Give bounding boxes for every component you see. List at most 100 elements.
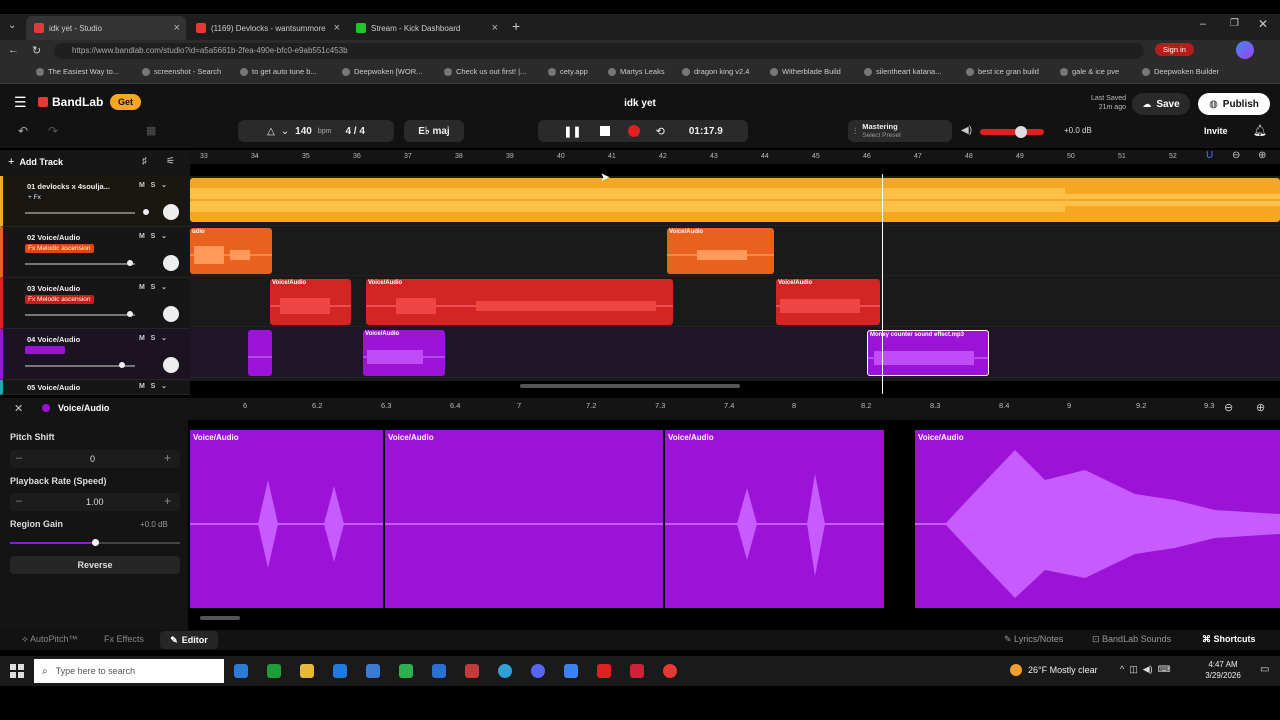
editor-clip[interactable]: Voice/Audio (385, 430, 663, 608)
pitch-shift-stepper[interactable]: – 0 + (10, 450, 180, 468)
pan-knob[interactable] (163, 255, 179, 271)
metronome-icon[interactable]: △ (267, 126, 275, 137)
tuning-icon[interactable]: ♯ (142, 156, 147, 167)
bookmark-item[interactable]: to get auto tune b... (240, 67, 317, 76)
file-explorer-icon[interactable] (300, 664, 314, 678)
tab-youtube[interactable]: (1169) Devlocks - wantsummore × (188, 16, 346, 40)
shortcuts-button[interactable]: ⌘ Shortcuts (1202, 634, 1256, 645)
mute-solo-buttons[interactable]: M S ⌄ (139, 382, 167, 390)
undo-icon[interactable]: ↶ (18, 124, 28, 138)
bookmark-item[interactable]: dragon king v2.4 (682, 67, 749, 76)
autopitch-tab[interactable]: ⟡ AutoPitch™ (22, 634, 77, 645)
track-name[interactable]: 04 Voice/Audio (27, 335, 80, 344)
grid-icon[interactable]: ▦ (146, 124, 156, 137)
track-name[interactable]: 01 devlocks x 4soulja... (27, 182, 110, 191)
master-volume-slider[interactable] (980, 126, 1044, 138)
magnet-icon[interactable]: U (1206, 150, 1213, 161)
track-volume-slider[interactable] (25, 311, 135, 317)
tab-kick[interactable]: Stream - Kick Dashboard × (348, 16, 504, 40)
volume-icon[interactable]: ◀) (961, 125, 972, 136)
track-volume-slider[interactable] (25, 362, 135, 368)
audio-clip[interactable]: Voice/Audio (363, 330, 445, 376)
weather-icon[interactable] (1010, 664, 1022, 676)
track-row[interactable]: 01 devlocks x 4soulja... + Fx M S ⌄ (0, 176, 190, 227)
copilot-icon[interactable] (1236, 41, 1254, 59)
editor-scrollbar[interactable] (200, 616, 240, 620)
track-row[interactable]: 04 Voice/Audio M S ⌄ (0, 329, 190, 380)
filter-icon[interactable]: ⚟ (166, 156, 175, 167)
save-button[interactable]: ☁ Save (1132, 93, 1190, 115)
chrome-icon[interactable] (663, 664, 677, 678)
editor-ruler[interactable]: 6 6.2 6.3 6.4 7 7.2 7.3 7.4 8 8.2 8.3 8.… (190, 398, 1280, 412)
mute-solo-buttons[interactable]: M S ⌄ (139, 283, 167, 291)
lane-track-3[interactable]: Voice/Audio Voice/Audio Voice/Audio (190, 277, 1280, 327)
audio-clip[interactable]: Voice/Audio (366, 279, 673, 325)
track-volume-slider[interactable] (25, 209, 149, 215)
maximize-icon[interactable]: ❐ (1230, 18, 1239, 29)
bookmark-item[interactable]: Witherblade Build (770, 67, 841, 76)
track-fx-badge[interactable] (25, 346, 65, 354)
discord-icon[interactable] (531, 664, 545, 678)
track-row[interactable]: 03 Voice/Audio Fx Melodic ascension M S … (0, 278, 190, 329)
editor-waveform-area[interactable]: Voice/Audio Voice/Audio Voice/Audio Voic… (190, 430, 1280, 620)
editor-clip[interactable]: Voice/Audio (665, 430, 884, 608)
track-lanes[interactable]: udio Voice/Audio Voice/Audio Voice/Audio (190, 174, 1280, 394)
mastering-button[interactable]: ⫶ Mastering Select Preset (848, 120, 952, 142)
editor-clip[interactable]: Voice/Audio (190, 430, 383, 608)
decrement-icon[interactable]: – (16, 495, 22, 507)
pan-knob[interactable] (163, 306, 179, 322)
bookmark-item[interactable]: Check us out first! |... (444, 67, 526, 76)
timeline-ruler[interactable]: 33 34 35 36 37 38 39 40 41 42 43 44 45 4… (190, 150, 1280, 164)
clock-date[interactable]: 3/29/2026 (1198, 671, 1248, 680)
pause-icon[interactable]: ❚❚ (563, 125, 581, 138)
reverse-button[interactable]: Reverse (10, 556, 180, 574)
bookmark-item[interactable]: Deepwoken Builder (1142, 67, 1219, 76)
increment-icon[interactable]: + (164, 494, 171, 508)
bookmark-item[interactable]: silentheart katana... (864, 67, 941, 76)
app-icon-2[interactable] (564, 664, 578, 678)
track-volume-thumb[interactable] (127, 260, 133, 266)
clock-time[interactable]: 4:47 AM (1198, 660, 1248, 669)
effects-tab[interactable]: Fx Effects (104, 634, 144, 644)
region-gain-thumb[interactable] (92, 539, 99, 546)
menu-icon[interactable]: ☰ (14, 94, 27, 111)
bandlab-sounds-button[interactable]: ⊡ BandLab Sounds (1092, 634, 1171, 645)
invite-button[interactable]: Invite (1204, 126, 1228, 136)
close-editor-icon[interactable]: ✕ (14, 402, 23, 415)
close-tab-icon[interactable]: × (334, 22, 340, 34)
mute-solo-buttons[interactable]: M S ⌄ (139, 232, 167, 240)
bookmark-item[interactable]: best ice gran build (966, 67, 1039, 76)
track-volume-thumb[interactable] (119, 362, 125, 368)
track-name[interactable]: 02 Voice/Audio (27, 233, 80, 242)
track-name[interactable]: 05 Voice/Audio (27, 383, 80, 392)
lane-track-2[interactable]: udio Voice/Audio (190, 226, 1280, 276)
track-volume-thumb[interactable] (127, 311, 133, 317)
audio-clip[interactable] (190, 178, 1280, 222)
close-tab-icon[interactable]: × (492, 22, 498, 34)
playback-rate-stepper[interactable]: – 1.00 + (10, 493, 180, 511)
xbox-icon[interactable] (267, 664, 281, 678)
increment-icon[interactable]: + (164, 451, 171, 465)
close-tab-icon[interactable]: × (174, 22, 180, 34)
track-volume-thumb[interactable] (143, 209, 149, 215)
chrome-edge-icon[interactable] (498, 664, 512, 678)
edge-icon[interactable] (333, 664, 347, 678)
tempo-dropdown-icon[interactable]: ⌄ (281, 126, 289, 137)
audio-clip[interactable]: udio (190, 228, 272, 274)
lane-track-1[interactable] (190, 176, 1280, 226)
audio-clip[interactable]: Voice/Audio (667, 228, 774, 274)
bell-icon[interactable]: 🔔︎ (1253, 124, 1267, 137)
windows-start-icon[interactable] (10, 664, 24, 678)
back-icon[interactable]: ← (8, 44, 19, 56)
editor-clip[interactable]: Voice/Audio (915, 430, 1280, 608)
pan-knob[interactable] (163, 357, 179, 373)
roblox-icon[interactable] (465, 664, 479, 678)
taskbar-search[interactable]: ⌕ Type here to search (34, 659, 224, 683)
track-fx-badge[interactable]: Fx Melodic ascension (25, 295, 94, 304)
track-volume-slider[interactable] (25, 260, 135, 266)
playhead[interactable] (882, 174, 883, 394)
new-tab-icon[interactable]: + (512, 18, 520, 34)
minimize-icon[interactable]: – (1200, 18, 1206, 30)
acrobat-icon[interactable] (630, 664, 644, 678)
track-fx-badge[interactable]: Fx Melodic ascension (25, 244, 94, 253)
